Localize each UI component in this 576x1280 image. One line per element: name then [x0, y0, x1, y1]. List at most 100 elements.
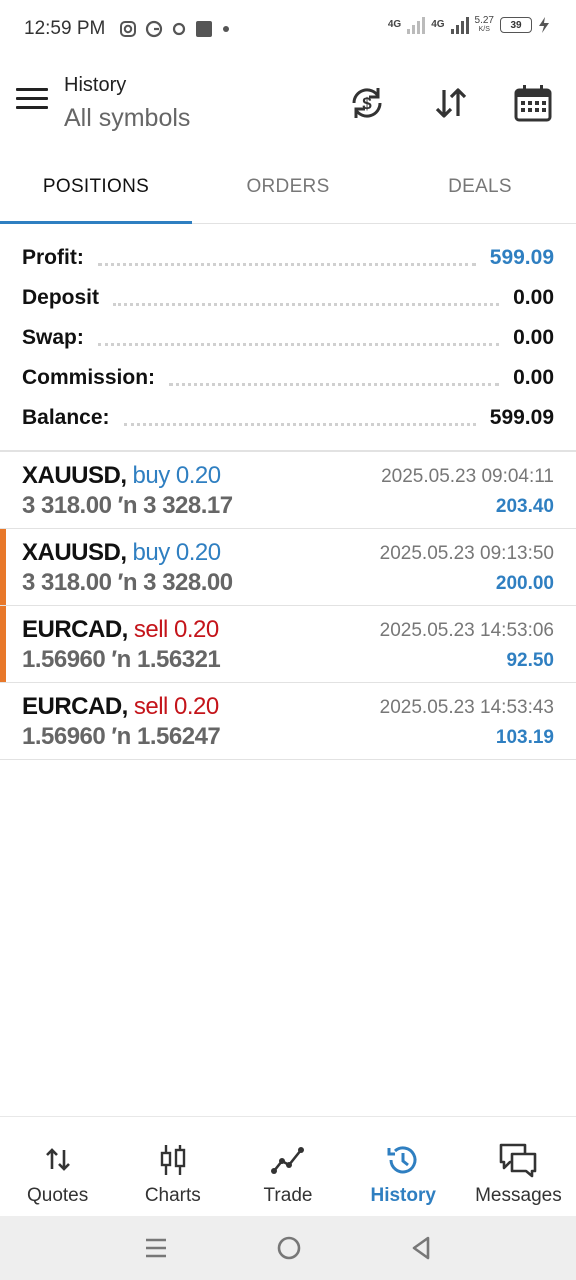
status-system-icons: 4G 4G 5.27 K/S 39 — [388, 16, 550, 34]
account-summary: Profit: 599.09 Deposit 0.00 Swap: 0.00 C… — [0, 238, 576, 438]
dotted-leader — [123, 422, 476, 426]
position-symbol: EURCAD, sell 0.20 — [22, 693, 219, 720]
bottom-navigation: Quotes Charts Trade History Messages — [0, 1116, 576, 1216]
battery-icon: 39 — [500, 17, 532, 33]
currency-exchange-button[interactable]: $ — [346, 82, 388, 124]
position-prices: 1.56960 ′n 1.56321 — [22, 646, 221, 673]
position-profit: 103.19 — [495, 727, 554, 748]
summary-value: 599.09 — [489, 406, 554, 429]
position-profit: 200.00 — [495, 573, 554, 594]
home-icon[interactable] — [275, 1234, 303, 1262]
position-row[interactable]: XAUUSD, buy 0.20 3 318.00 ′n 3 328.17 202… — [0, 452, 576, 529]
quotes-icon — [43, 1141, 73, 1179]
nav-charts[interactable]: Charts — [115, 1117, 230, 1216]
calendar-icon — [514, 85, 552, 122]
signal-icon — [407, 16, 426, 34]
app-square-icon — [196, 21, 213, 37]
nav-quotes[interactable]: Quotes — [0, 1117, 115, 1216]
summary-value: 0.00 — [513, 326, 554, 349]
summary-label: Commission: — [22, 366, 156, 389]
selection-marker — [0, 529, 6, 605]
app-toolbar: History All symbols $ — [0, 58, 576, 152]
sort-arrows-icon — [435, 88, 467, 118]
position-row[interactable]: EURCAD, sell 0.20 1.56960 ′n 1.56247 2025… — [0, 683, 576, 760]
dot-icon — [223, 26, 230, 32]
position-time: 2025.05.23 09:13:50 — [379, 543, 554, 564]
charging-icon — [539, 17, 549, 33]
toolbar-title: History — [64, 74, 127, 96]
position-profit: 203.40 — [495, 496, 554, 517]
signal-icon-2 — [450, 16, 469, 34]
currency-exchange-icon: $ — [352, 88, 382, 118]
dotted-leader — [97, 262, 476, 266]
summary-label: Balance: — [22, 406, 110, 429]
nav-label: History — [370, 1185, 436, 1206]
summary-row-balance: Balance: 599.09 — [0, 398, 576, 438]
status-time: 12:59 PM — [24, 18, 106, 39]
summary-row-commission: Commission: 0.00 — [0, 358, 576, 398]
status-bar: 12:59 PM 4G 4G 5.27 K/S 39 — [0, 0, 576, 58]
nav-history[interactable]: History — [346, 1117, 461, 1216]
summary-row-profit: Profit: 599.09 — [0, 238, 576, 278]
history-tabs: POSITIONS ORDERS DEALS — [0, 152, 576, 224]
position-symbol: XAUUSD, buy 0.20 — [22, 462, 222, 489]
position-prices: 3 318.00 ′n 3 328.17 — [22, 492, 233, 519]
recent-apps-icon[interactable] — [143, 1235, 169, 1261]
position-symbol: EURCAD, sell 0.20 — [22, 616, 219, 643]
position-profit: 92.50 — [506, 650, 554, 671]
position-row[interactable]: XAUUSD, buy 0.20 3 318.00 ′n 3 328.00 202… — [0, 529, 576, 606]
position-prices: 1.56960 ′n 1.56247 — [22, 723, 221, 750]
system-navigation-bar — [0, 1216, 576, 1280]
summary-value: 0.00 — [513, 366, 554, 389]
position-prices: 3 318.00 ′n 3 328.00 — [22, 569, 233, 596]
network-type-2: 4G — [431, 19, 445, 30]
summary-label: Profit: — [22, 246, 84, 269]
trade-icon — [271, 1141, 305, 1179]
charts-icon — [158, 1141, 188, 1179]
dotted-leader — [169, 382, 500, 386]
summary-value: 0.00 — [513, 286, 554, 309]
summary-value: 599.09 — [489, 246, 554, 269]
calendar-button[interactable] — [512, 82, 554, 124]
summary-label: Deposit — [22, 286, 100, 309]
nav-messages[interactable]: Messages — [461, 1117, 576, 1216]
summary-row-deposit: Deposit 0.00 — [0, 278, 576, 318]
g-app-icon — [146, 20, 163, 38]
svg-text:$: $ — [362, 94, 372, 113]
nav-trade[interactable]: Trade — [230, 1117, 345, 1216]
position-symbol: XAUUSD, buy 0.20 — [22, 539, 222, 566]
symbol-filter[interactable]: All symbols — [64, 104, 190, 133]
hamburger-menu-icon[interactable] — [16, 88, 48, 112]
nav-label: Quotes — [26, 1185, 89, 1206]
nav-label: Messages — [475, 1185, 562, 1206]
instagram-icon — [120, 21, 137, 37]
messages-icon — [498, 1141, 538, 1179]
sync-icon — [173, 22, 186, 36]
selection-marker — [0, 606, 6, 682]
position-side: buy 0.20 — [132, 462, 222, 489]
back-icon[interactable] — [409, 1235, 433, 1261]
tab-positions[interactable]: POSITIONS — [0, 152, 192, 224]
tab-orders[interactable]: ORDERS — [192, 152, 384, 223]
position-time: 2025.05.23 14:53:43 — [379, 697, 554, 718]
position-time: 2025.05.23 14:53:06 — [379, 620, 554, 641]
summary-label: Swap: — [22, 326, 84, 349]
dotted-leader — [113, 302, 500, 306]
dotted-leader — [97, 342, 500, 346]
mt-history-screen: 12:59 PM 4G 4G 5.27 K/S 39 History All s… — [0, 0, 576, 1280]
history-icon — [385, 1141, 421, 1179]
nav-label: Trade — [263, 1185, 313, 1206]
position-side: sell 0.20 — [133, 693, 219, 720]
position-time: 2025.05.23 09:04:11 — [381, 466, 554, 487]
position-row[interactable]: EURCAD, sell 0.20 1.56960 ′n 1.56321 2025… — [0, 606, 576, 683]
net-speed: 5.27 K/S — [474, 15, 494, 34]
position-side: sell 0.20 — [133, 616, 219, 643]
summary-row-swap: Swap: 0.00 — [0, 318, 576, 358]
network-type-1: 4G — [387, 19, 402, 30]
tab-deals[interactable]: DEALS — [384, 152, 576, 223]
nav-label: Charts — [144, 1185, 201, 1206]
position-side: buy 0.20 — [132, 539, 222, 566]
positions-list: XAUUSD, buy 0.20 3 318.00 ′n 3 328.17 202… — [0, 452, 576, 760]
sort-button[interactable] — [430, 82, 472, 124]
status-notification-icons — [119, 20, 231, 38]
